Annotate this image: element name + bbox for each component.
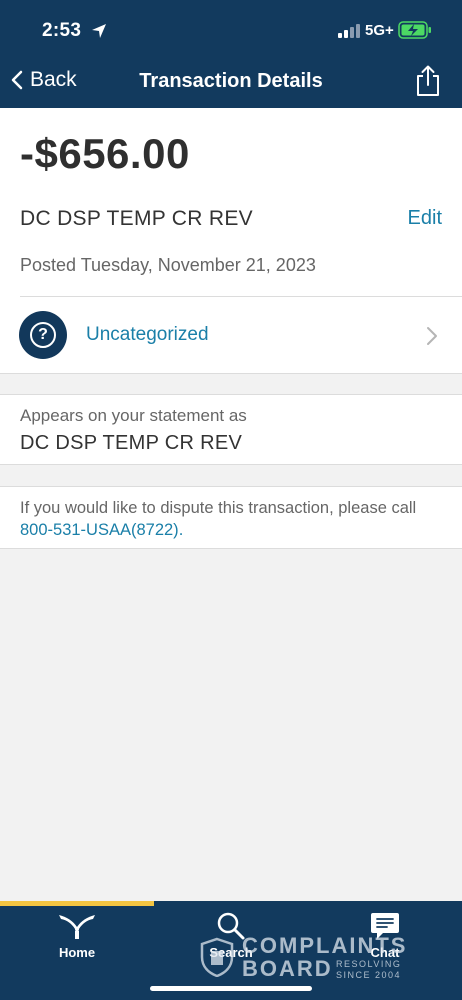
home-indicator[interactable]: [150, 986, 312, 991]
tab-home[interactable]: Home: [0, 911, 154, 960]
top-bar: 2:53 5G+ Back Transaction Details: [0, 0, 462, 108]
status-time: 2:53: [42, 20, 82, 41]
signal-icon: [338, 24, 360, 38]
transaction-card: -$656.00 DC DSP TEMP CR REV Edit Posted …: [0, 108, 462, 374]
usaa-eagle-icon: [59, 915, 95, 939]
network-type: 5G+: [365, 22, 394, 39]
posted-date: Posted Tuesday, November 21, 2023: [20, 255, 316, 275]
statement-value: DC DSP TEMP CR REV: [20, 432, 243, 454]
status-bar: 2:53 5G+: [0, 0, 462, 56]
statement-card: Appears on your statement as DC DSP TEMP…: [0, 394, 462, 465]
merchant-name: DC DSP TEMP CR REV: [20, 207, 253, 230]
tab-home-label: Home: [58, 945, 96, 960]
chevron-right-icon: [427, 327, 437, 345]
transaction-amount: -$656.00: [20, 130, 190, 177]
share-icon[interactable]: [414, 64, 442, 98]
location-arrow-icon: [92, 24, 106, 38]
dispute-text: If you would like to dispute this transa…: [20, 497, 450, 541]
watermark-sub1: RESOLVING: [336, 959, 402, 969]
question-mark-icon: ?: [30, 322, 56, 348]
dispute-message: If you would like to dispute this transa…: [20, 499, 417, 517]
watermark-sub2: SINCE 2004: [336, 970, 402, 980]
category-row[interactable]: ? Uncategorized: [0, 297, 462, 373]
category-label: Uncategorized: [86, 324, 209, 345]
watermark-line2: BOARD: [242, 956, 333, 981]
dispute-suffix: .: [178, 521, 184, 539]
dispute-card: If you would like to dispute this transa…: [0, 486, 462, 549]
battery-charging-icon: [398, 21, 431, 39]
nav-bar: Back Transaction Details: [0, 56, 462, 108]
page-title: Transaction Details: [139, 70, 323, 92]
edit-button[interactable]: Edit: [408, 207, 442, 230]
category-icon-badge: ?: [19, 311, 67, 359]
statement-label: Appears on your statement as: [20, 406, 247, 425]
shield-icon: [200, 937, 234, 977]
complaints-board-watermark: COMPLAINTS BOARD RESOLVING SINCE 2004: [200, 933, 415, 981]
phone-link[interactable]: 800-531-USAA(8722): [20, 521, 179, 539]
active-tab-indicator: [0, 901, 154, 906]
